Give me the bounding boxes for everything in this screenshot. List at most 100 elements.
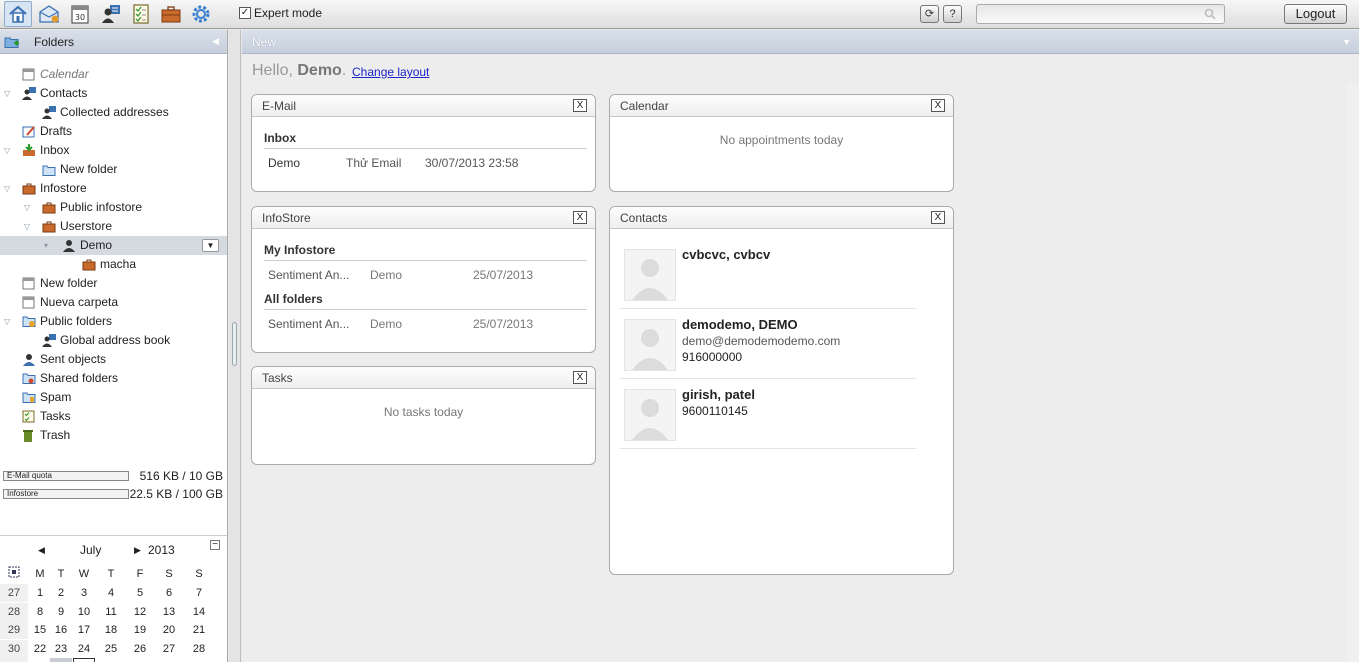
calendar-day[interactable]: 25 bbox=[100, 640, 122, 658]
folder-drafts[interactable]: Drafts bbox=[0, 122, 227, 141]
calendar-day[interactable]: 5 bbox=[129, 584, 151, 602]
calendar-day[interactable]: 3 bbox=[73, 584, 95, 602]
folder-nueva-carpeta[interactable]: Nueva carpeta bbox=[0, 293, 227, 312]
week-number[interactable]: 28 bbox=[0, 602, 28, 621]
month-label[interactable]: July bbox=[80, 543, 101, 557]
folder-infostore[interactable]: ▽ Infostore bbox=[0, 179, 227, 198]
calendar-day[interactable]: 2 bbox=[50, 584, 72, 602]
expert-mode-toggle[interactable]: ✓ Expert mode bbox=[239, 6, 322, 20]
tasks-icon[interactable] bbox=[129, 2, 153, 26]
folder-trash[interactable]: Trash bbox=[0, 426, 227, 445]
calendar-day[interactable]: 6 bbox=[158, 584, 180, 602]
contact-card[interactable]: demodemo, DEMO demo@demodemodemo.com 916… bbox=[620, 317, 916, 379]
expand-toggle-icon[interactable]: ▽ bbox=[24, 198, 30, 217]
folder-public-folders[interactable]: ▽ Public folders bbox=[0, 312, 227, 331]
contact-card[interactable]: cvbcvc, cvbcv bbox=[620, 247, 916, 309]
settings-icon[interactable] bbox=[189, 2, 213, 26]
calendar-day[interactable]: 1 bbox=[29, 584, 51, 602]
week-number[interactable]: 29 bbox=[0, 621, 28, 639]
calendar-day[interactable]: 9 bbox=[50, 603, 72, 621]
calendar-day[interactable]: 26 bbox=[129, 640, 151, 658]
help-button[interactable]: ? bbox=[943, 5, 962, 23]
expand-toggle-icon[interactable]: ▽ bbox=[4, 84, 10, 103]
folder-calendar[interactable]: Calendar bbox=[0, 65, 227, 84]
email-widget-close-button[interactable]: X bbox=[573, 99, 587, 112]
folder-spam[interactable]: Spam bbox=[0, 388, 227, 407]
calendar-day[interactable]: 24 bbox=[73, 640, 95, 658]
logout-button[interactable]: Logout bbox=[1284, 4, 1347, 24]
calendar-day[interactable]: 12 bbox=[129, 603, 151, 621]
folder-new-folder[interactable]: New folder bbox=[0, 160, 227, 179]
collapse-calendar-icon[interactable]: − bbox=[210, 540, 220, 550]
next-month-icon[interactable]: ▶ bbox=[134, 545, 141, 556]
folder-shared-folders[interactable]: Shared folders bbox=[0, 369, 227, 388]
prev-month-icon[interactable]: ◀ bbox=[38, 545, 45, 556]
folder-global-address-book[interactable]: Global address book bbox=[0, 331, 227, 350]
calendar-day[interactable]: 23 bbox=[50, 640, 72, 658]
calendar-day[interactable]: 8 bbox=[29, 603, 51, 621]
calendar-icon[interactable]: 30 bbox=[68, 2, 92, 26]
calendar-day[interactable]: 27 bbox=[158, 640, 180, 658]
calendar-day[interactable]: 10 bbox=[73, 603, 95, 621]
calendar-day[interactable]: 18 bbox=[100, 621, 122, 639]
expand-toggle-icon[interactable]: ▽ bbox=[4, 312, 10, 331]
folder-demo[interactable]: ▾ Demo ▼ bbox=[0, 236, 227, 255]
expand-toggle-icon[interactable]: ▾ bbox=[44, 236, 48, 255]
calendar-day[interactable]: 29 bbox=[29, 658, 51, 662]
collapse-sidebar-icon[interactable]: ◀ bbox=[212, 36, 219, 47]
infostore-icon[interactable] bbox=[159, 2, 183, 26]
calendar-day[interactable]: 21 bbox=[188, 621, 210, 639]
calendar-day[interactable]: 17 bbox=[73, 621, 95, 639]
week-select-icon[interactable] bbox=[3, 565, 25, 583]
calendar-day[interactable]: 14 bbox=[188, 603, 210, 621]
contact-email[interactable]: demo@demodemodemo.com bbox=[682, 334, 840, 348]
calendar-day[interactable]: 28 bbox=[188, 640, 210, 658]
calendar-day[interactable]: 11 bbox=[100, 603, 122, 621]
calendar-day[interactable]: 2 bbox=[129, 658, 151, 662]
folder-public-infostore[interactable]: ▽ Public infostore bbox=[0, 198, 227, 217]
calendar-day[interactable]: 30 bbox=[50, 658, 72, 662]
expand-toggle-icon[interactable]: ▽ bbox=[4, 179, 10, 198]
folder-inbox[interactable]: ▽ Inbox bbox=[0, 141, 227, 160]
refresh-button[interactable]: ⟳ bbox=[920, 5, 939, 23]
calendar-day[interactable]: 22 bbox=[29, 640, 51, 658]
expert-mode-checkbox[interactable]: ✓ bbox=[239, 7, 251, 19]
calendar-day[interactable]: 19 bbox=[129, 621, 151, 639]
calendar-day[interactable]: 31 bbox=[73, 658, 95, 662]
calendar-day[interactable]: 4 bbox=[188, 658, 210, 662]
splitter-grip[interactable] bbox=[232, 322, 237, 366]
contacts-icon[interactable] bbox=[99, 2, 123, 26]
calendar-widget-close-button[interactable]: X bbox=[931, 99, 945, 112]
contacts-widget-close-button[interactable]: X bbox=[931, 211, 945, 224]
folder-contacts[interactable]: ▽ Contacts bbox=[0, 84, 227, 103]
folder-sent-objects[interactable]: Sent objects bbox=[0, 350, 227, 369]
folder-userstore[interactable]: ▽ Userstore bbox=[0, 217, 227, 236]
contact-card[interactable]: girish, patel 9600110145 bbox=[620, 387, 916, 449]
folder-collected-addresses[interactable]: Collected addresses bbox=[0, 103, 227, 122]
change-layout-link[interactable]: Change layout bbox=[352, 65, 429, 79]
calendar-day[interactable]: 7 bbox=[188, 584, 210, 602]
week-number[interactable]: 30 bbox=[0, 639, 28, 658]
search-icon[interactable] bbox=[1204, 8, 1216, 23]
folder-menu-dropdown-icon[interactable]: ▼ bbox=[202, 239, 219, 252]
week-number[interactable]: 31 bbox=[0, 658, 28, 662]
mail-icon[interactable] bbox=[37, 2, 61, 26]
expand-toggle-icon[interactable]: ▽ bbox=[4, 141, 10, 160]
folder-new-folder[interactable]: New folder bbox=[0, 274, 227, 293]
infostore-widget-close-button[interactable]: X bbox=[573, 211, 587, 224]
calendar-day[interactable]: 3 bbox=[158, 658, 180, 662]
folder-tasks[interactable]: Tasks bbox=[0, 407, 227, 426]
vertical-scrollbar[interactable] bbox=[1347, 84, 1359, 662]
expand-toggle-icon[interactable]: ▽ bbox=[24, 217, 30, 236]
search-input[interactable] bbox=[976, 4, 1225, 24]
week-number[interactable]: 27 bbox=[0, 584, 28, 602]
year-label[interactable]: 2013 bbox=[148, 543, 175, 557]
calendar-day[interactable]: 13 bbox=[158, 603, 180, 621]
calendar-day[interactable]: 20 bbox=[158, 621, 180, 639]
calendar-day[interactable]: 4 bbox=[100, 584, 122, 602]
sidebar-splitter[interactable] bbox=[229, 30, 241, 662]
calendar-day[interactable]: 1 bbox=[100, 658, 122, 662]
home-icon[interactable] bbox=[4, 1, 32, 27]
main-header-chevron-icon[interactable]: ▼ bbox=[1342, 37, 1351, 47]
calendar-day[interactable]: 16 bbox=[50, 621, 72, 639]
